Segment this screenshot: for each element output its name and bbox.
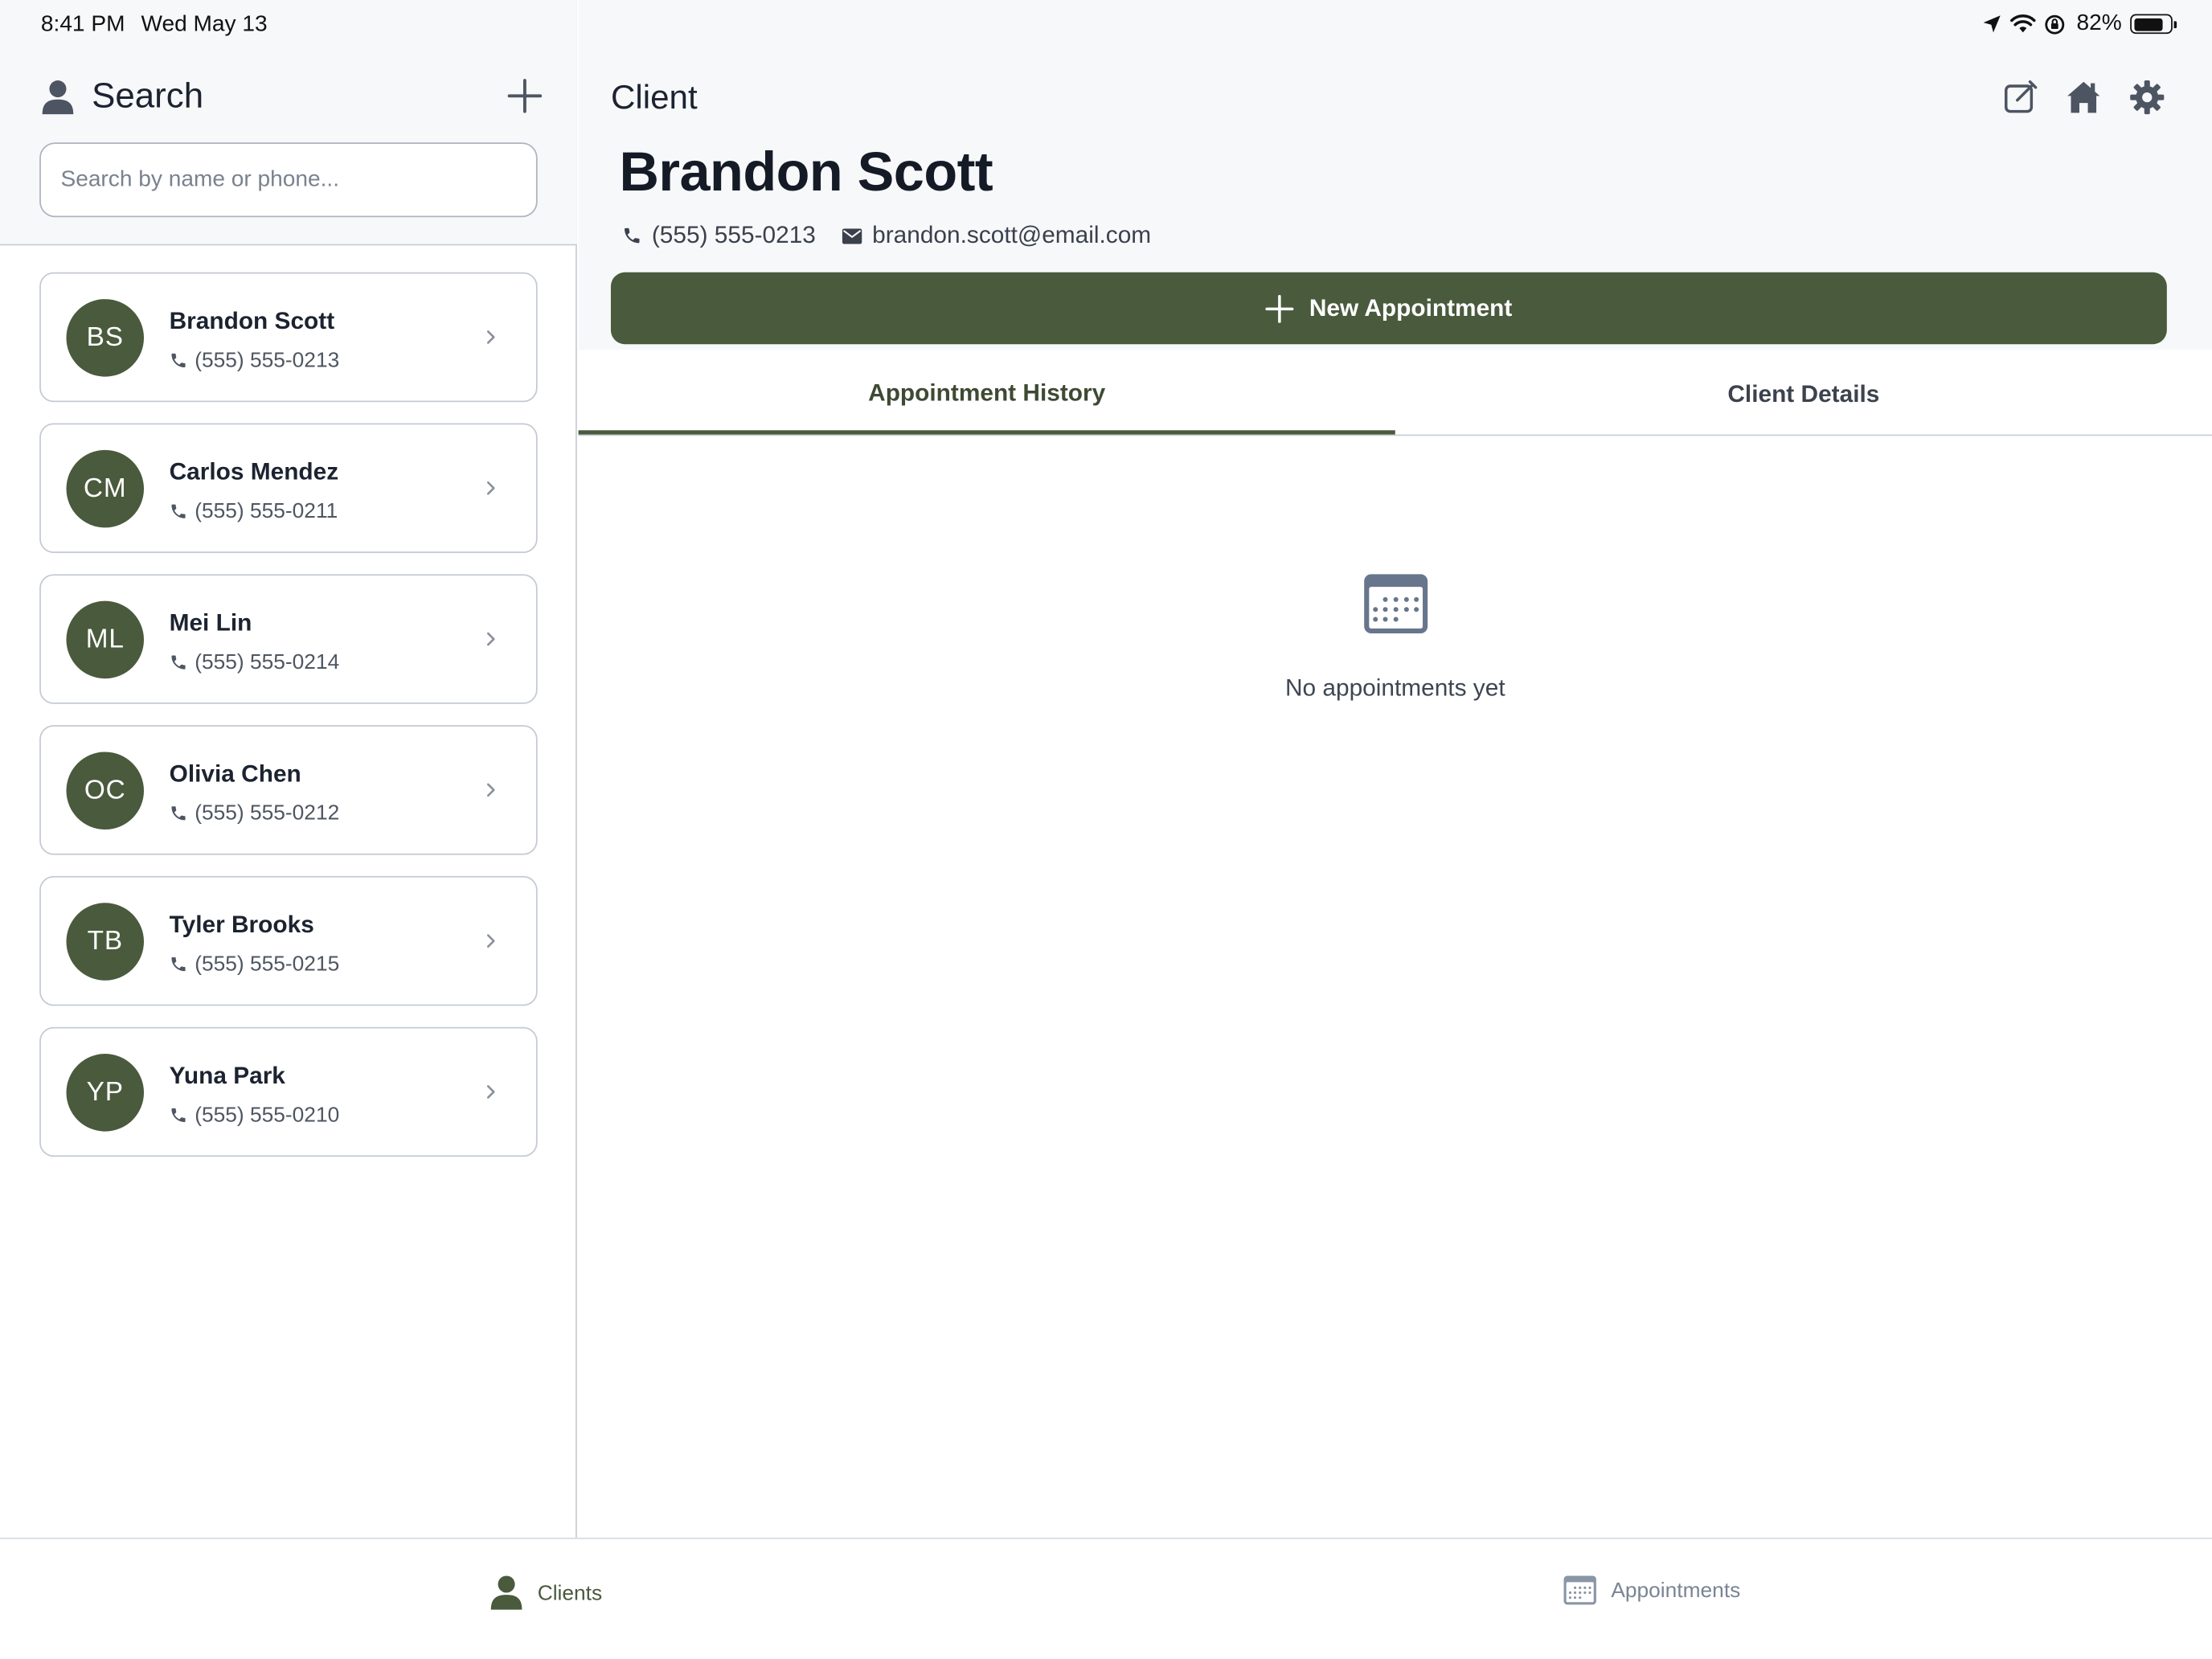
edit-icon[interactable] <box>2001 79 2038 116</box>
client-name: Brandon Scott <box>169 307 335 334</box>
sidebar-title: Search <box>92 76 204 116</box>
empty-state-text: No appointments yet <box>1284 674 1505 702</box>
new-appointment-label: New Appointment <box>1309 293 1513 322</box>
battery-percent: 82% <box>2076 11 2122 35</box>
contact-phone-text: (555) 555-0213 <box>651 221 816 248</box>
contact-phone[interactable]: (555) 555-0213 <box>622 222 816 250</box>
client-phone-row: (555) 555-0213 <box>170 348 340 373</box>
orientation-lock-icon <box>2045 14 2065 34</box>
client-phone-row: (555) 555-0215 <box>170 952 340 977</box>
avatar: OC <box>66 752 145 830</box>
status-time: 8:41 PM <box>40 12 125 37</box>
phone-icon <box>171 806 186 821</box>
app-root: Search BS Brandon Scott (555) 555-0213 C… <box>0 0 2212 1659</box>
sidebar-title-row: Search <box>41 76 203 117</box>
client-card-mei-lin[interactable]: ML Mei Lin (555) 555-0214 <box>39 574 538 704</box>
chevron-right-icon <box>486 783 495 797</box>
status-date: Wed May 13 <box>141 12 268 37</box>
plus-icon <box>1265 293 1294 323</box>
chevron-right-icon <box>486 481 495 495</box>
tab-appointment-history[interactable]: Appointment History <box>578 355 1395 435</box>
phone-icon <box>171 655 186 670</box>
client-name: Tyler Brooks <box>169 911 314 939</box>
wifi-icon <box>2009 14 2036 33</box>
client-phone: (555) 555-0215 <box>195 952 340 977</box>
avatar: CM <box>66 449 145 528</box>
avatar: YP <box>66 1054 145 1132</box>
client-header: Client Brandon Scott (555) 555-0213 bran… <box>578 0 2212 350</box>
location-arrow-icon <box>1983 15 2001 33</box>
client-phone: (555) 555-0214 <box>195 650 340 674</box>
client-card-olivia-chen[interactable]: OC Olivia Chen (555) 555-0212 <box>39 725 538 855</box>
battery-icon <box>2130 14 2177 35</box>
contact-info: (555) 555-0213 brandon.scott@email.com <box>622 222 1178 250</box>
person-icon <box>490 1575 522 1610</box>
client-tabs: Appointment History Client Details <box>578 355 2212 436</box>
chevron-right-icon <box>486 934 495 948</box>
phone-icon <box>171 353 186 367</box>
tabbar-clients[interactable]: Clients <box>490 1575 602 1612</box>
empty-state: No appointments yet <box>579 571 2212 703</box>
avatar: TB <box>66 903 145 981</box>
contact-email-text: brandon.scott@email.com <box>872 221 1152 248</box>
person-icon <box>42 80 74 114</box>
status-bar: 8:41 PM Wed May 13 82% <box>0 0 2212 51</box>
phone-icon <box>171 1108 186 1122</box>
client-card-tyler-brooks[interactable]: TB Tyler Brooks (555) 555-0215 <box>39 875 538 1006</box>
client-card-yuna-park[interactable]: YP Yuna Park (555) 555-0210 <box>39 1026 538 1157</box>
client-phone-row: (555) 555-0214 <box>170 650 340 674</box>
chevron-right-icon <box>486 330 495 344</box>
phone-icon <box>171 957 186 972</box>
tab-bar: Clients Appointments <box>0 1538 2212 1659</box>
home-icon[interactable] <box>2065 79 2102 116</box>
client-name: Olivia Chen <box>169 760 301 788</box>
calendar-icon <box>1563 1575 1596 1605</box>
client-phone: (555) 555-0212 <box>195 801 340 825</box>
client-phone: (555) 555-0211 <box>195 499 338 524</box>
client-card-carlos-mendez[interactable]: CM Carlos Mendez (555) 555-0211 <box>39 423 538 553</box>
tabbar-appointments[interactable]: Appointments <box>1563 1575 1741 1606</box>
status-indicators: 82% <box>1982 11 2177 37</box>
add-client-button[interactable] <box>505 76 544 116</box>
client-phone: (555) 555-0213 <box>195 348 340 373</box>
tabbar-clients-label: Clients <box>537 1580 603 1605</box>
client-list: BS Brandon Scott (555) 555-0213 CM Carlo… <box>39 272 538 1178</box>
tabbar-appointments-label: Appointments <box>1611 1578 1741 1602</box>
tab-client-details[interactable]: Client Details <box>1395 355 2212 434</box>
search-input[interactable] <box>39 142 538 218</box>
client-phone: (555) 555-0210 <box>195 1103 340 1128</box>
new-appointment-button[interactable]: New Appointment <box>610 272 2167 345</box>
phone-icon <box>625 227 640 244</box>
sidebar: Search BS Brandon Scott (555) 555-0213 C… <box>0 0 577 1538</box>
client-phone-row: (555) 555-0210 <box>170 1103 340 1128</box>
client-name: Carlos Mendez <box>169 458 339 485</box>
client-name: Mei Lin <box>169 609 252 637</box>
client-name-heading: Brandon Scott <box>619 142 993 203</box>
chevron-right-icon <box>486 632 495 646</box>
avatar: ML <box>66 600 145 679</box>
phone-icon <box>171 504 186 518</box>
calendar-icon <box>1363 574 1428 634</box>
envelope-icon <box>842 227 862 244</box>
client-name: Yuna Park <box>169 1062 285 1089</box>
page-title: Client <box>610 79 698 117</box>
client-phone-row: (555) 555-0212 <box>170 801 340 825</box>
client-phone-row: (555) 555-0211 <box>170 499 338 523</box>
client-card-brandon-scott[interactable]: BS Brandon Scott (555) 555-0213 <box>39 272 538 403</box>
avatar: BS <box>66 299 145 377</box>
contact-email[interactable]: brandon.scott@email.com <box>842 222 1151 250</box>
chevron-right-icon <box>486 1085 495 1099</box>
gear-icon[interactable] <box>2128 79 2165 116</box>
